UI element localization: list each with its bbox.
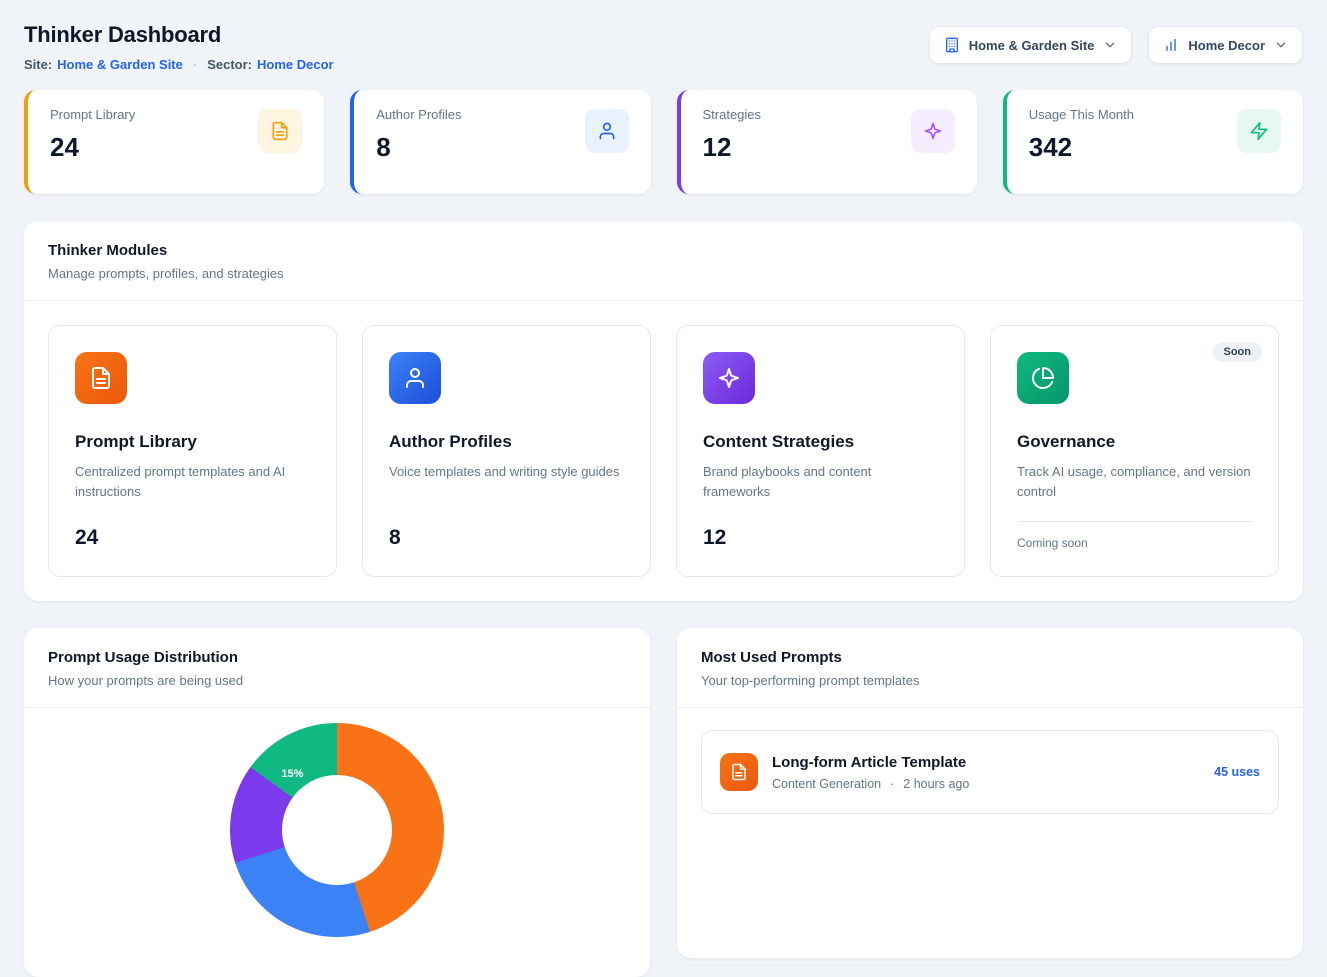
stat-value: 24	[50, 132, 135, 163]
document-icon	[75, 352, 127, 404]
prompt-item-time: 2 hours ago	[903, 777, 969, 791]
modules-header: Thinker Modules Manage prompts, profiles…	[24, 221, 1303, 301]
stat-value: 12	[703, 132, 762, 163]
sector-link[interactable]: Home Decor	[257, 57, 334, 72]
coming-soon-text: Coming soon	[1017, 536, 1252, 550]
pie-chart-icon	[1017, 352, 1069, 404]
most-used-prompts-panel: Most Used Prompts Your top-performing pr…	[677, 628, 1303, 958]
user-icon	[389, 352, 441, 404]
sector-selector-dropdown[interactable]: Home Decor	[1148, 26, 1303, 64]
modules-title: Thinker Modules	[48, 242, 1279, 259]
site-selector-label: Home & Garden Site	[969, 38, 1095, 53]
module-title: Governance	[1017, 432, 1252, 452]
sparkle-star-icon	[911, 109, 955, 153]
module-count: 24	[75, 526, 310, 550]
stat-text: Prompt Library 24	[50, 107, 135, 163]
stat-text: Author Profiles 8	[376, 107, 461, 163]
prompt-item-text: Long-form Article Template Content Gener…	[772, 754, 969, 791]
uses-badge: 45 uses	[1214, 765, 1260, 779]
stat-value: 342	[1029, 132, 1134, 163]
site-label: Site:	[24, 57, 52, 72]
stat-label: Usage This Month	[1029, 107, 1134, 122]
module-card-prompt-library[interactable]: Prompt Library Centralized prompt templa…	[48, 325, 337, 577]
document-icon	[720, 753, 758, 791]
most-used-subtitle: Your top-performing prompt templates	[701, 673, 1279, 688]
topbar: Thinker Dashboard Site: Home & Garden Si…	[24, 22, 1303, 72]
stat-label: Strategies	[703, 107, 762, 122]
chevron-down-icon	[1103, 38, 1117, 52]
module-description: Centralized prompt templates and AI inst…	[75, 462, 310, 502]
separator-dot: ·	[193, 57, 197, 72]
heading-block: Thinker Dashboard Site: Home & Garden Si…	[24, 22, 334, 72]
stat-card-author-profiles: Author Profiles 8	[350, 90, 650, 194]
stat-label: Prompt Library	[50, 107, 135, 122]
module-title: Author Profiles	[389, 432, 624, 452]
donut-slice-label: 15%	[281, 768, 303, 780]
module-count: 12	[703, 526, 938, 550]
stat-label: Author Profiles	[376, 107, 461, 122]
prompt-item-title: Long-form Article Template	[772, 754, 969, 771]
modules-subtitle: Manage prompts, profiles, and strategies	[48, 266, 1279, 281]
sparkle-star-icon	[703, 352, 755, 404]
module-card-content-strategies[interactable]: Content Strategies Brand playbooks and c…	[676, 325, 965, 577]
usage-donut: 15%	[230, 723, 444, 937]
prompt-list-item[interactable]: Long-form Article Template Content Gener…	[701, 730, 1279, 814]
chart-area: 15%	[24, 708, 650, 977]
sector-label: Sector:	[207, 57, 252, 72]
lightning-icon	[1237, 109, 1281, 153]
stat-card-usage: Usage This Month 342	[1003, 90, 1303, 194]
bar-chart-icon	[1163, 37, 1179, 53]
page-title: Thinker Dashboard	[24, 22, 334, 48]
stat-text: Strategies 12	[703, 107, 762, 163]
chevron-down-icon	[1274, 38, 1288, 52]
most-used-header: Most Used Prompts Your top-performing pr…	[677, 628, 1303, 708]
stat-text: Usage This Month 342	[1029, 107, 1134, 163]
usage-chart-subtitle: How your prompts are being used	[48, 673, 626, 688]
module-title: Prompt Library	[75, 432, 310, 452]
separator-dot: ·	[890, 777, 894, 791]
thinker-modules-panel: Thinker Modules Manage prompts, profiles…	[24, 221, 1303, 601]
stat-value: 8	[376, 132, 461, 163]
module-description: Track AI usage, compliance, and version …	[1017, 462, 1252, 502]
modules-grid: Prompt Library Centralized prompt templa…	[24, 301, 1303, 601]
stat-card-prompt-library: Prompt Library 24	[24, 90, 324, 194]
building-icon	[944, 37, 960, 53]
usage-chart-header: Prompt Usage Distribution How your promp…	[24, 628, 650, 708]
sector-selector-label: Home Decor	[1188, 38, 1265, 53]
module-card-governance[interactable]: Soon Governance Track AI usage, complian…	[990, 325, 1279, 577]
prompt-list: Long-form Article Template Content Gener…	[677, 708, 1303, 836]
prompt-usage-distribution-panel: Prompt Usage Distribution How your promp…	[24, 628, 650, 977]
module-count: 8	[389, 526, 624, 550]
soon-badge: Soon	[1213, 342, 1263, 362]
module-title: Content Strategies	[703, 432, 938, 452]
prompt-item-category: Content Generation	[772, 777, 881, 791]
breadcrumb: Site: Home & Garden Site · Sector: Home …	[24, 57, 334, 72]
usage-chart-title: Prompt Usage Distribution	[48, 649, 626, 666]
stats-row: Prompt Library 24 Author Profiles 8 Stra…	[24, 90, 1303, 194]
bottom-row: Prompt Usage Distribution How your promp…	[24, 628, 1303, 977]
module-description: Voice templates and writing style guides	[389, 462, 624, 482]
site-link[interactable]: Home & Garden Site	[57, 57, 183, 72]
module-description: Brand playbooks and content frameworks	[703, 462, 938, 502]
prompt-item-meta: Content Generation · 2 hours ago	[772, 777, 969, 791]
most-used-title: Most Used Prompts	[701, 649, 1279, 666]
module-card-author-profiles[interactable]: Author Profiles Voice templates and writ…	[362, 325, 651, 577]
stat-card-strategies: Strategies 12	[677, 90, 977, 194]
divider	[1017, 521, 1252, 522]
header-selectors: Home & Garden Site Home Decor	[929, 26, 1303, 64]
site-selector-dropdown[interactable]: Home & Garden Site	[929, 26, 1133, 64]
document-icon	[258, 109, 302, 153]
user-icon	[585, 109, 629, 153]
dashboard-page: Thinker Dashboard Site: Home & Garden Si…	[0, 0, 1327, 826]
